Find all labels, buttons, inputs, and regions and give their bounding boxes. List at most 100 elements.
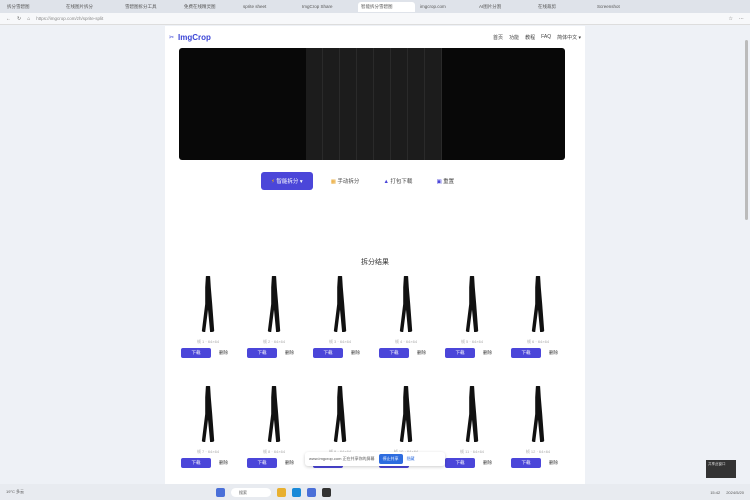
frame-image [333,386,347,442]
frame-image [267,386,281,442]
scrollbar[interactable] [745,40,748,220]
nav-home[interactable]: 首页 [493,34,503,41]
logo-icon: ✂ [169,34,175,41]
delete-button[interactable]: 删除 [549,460,558,466]
url-input[interactable]: https://imgcrop.com/zh/sprite-split [36,16,722,21]
nav-features[interactable]: 功能 [509,34,519,41]
result-card: 帧 7 · 64×64 下载 删除 [175,386,241,482]
site-header: ✂ ImgCrop 首页 功能 教程 FAQ 简体中文 ▾ [165,26,585,48]
sprite-sheet-image [306,48,442,160]
download-button[interactable]: 下载 [379,348,409,358]
download-button[interactable]: 下载 [181,348,211,358]
result-card: 帧 6 · 64×64 下载 删除 [505,276,571,372]
results-title: 拆分结果 [361,259,389,266]
browser-tab[interactable]: 雪碧图拆分工具 [122,2,179,12]
reset-button[interactable]: ▣ 重置 [430,173,460,189]
download-button[interactable]: 下载 [247,458,277,468]
delete-button[interactable]: 删除 [219,460,228,466]
frame-caption: 帧 12 · 64×64 [525,449,551,454]
taskbar-search[interactable]: 搜索 [231,487,271,497]
taskbar: 19°C 多云 搜索 15:42 2024/5/20 [0,484,750,500]
clock-time[interactable]: 15:42 [710,490,720,495]
pack-download-button[interactable]: ▲ 打包下载 [377,173,418,189]
delete-button[interactable]: 删除 [549,350,558,356]
delete-button[interactable]: 删除 [351,350,360,356]
file-explorer-icon[interactable] [277,487,286,497]
clock-date[interactable]: 2024/5/20 [726,490,744,495]
address-bar: ← ↻ ⌂ https://imgcrop.com/zh/sprite-spli… [0,13,750,25]
frame-image [201,386,215,442]
result-card: 帧 12 · 64×64 下载 删除 [505,386,571,482]
result-card: 帧 1 · 64×64 下载 删除 [175,276,241,372]
browser-tab[interactable]: 智能拆分雪碧图 [358,1,415,12]
stop-sharing-button[interactable]: 停止共享 [378,454,403,464]
frame-caption: 帧 8 · 64×64 [262,449,286,454]
frame-caption: 帧 3 · 64×64 [328,339,352,344]
delete-button[interactable]: 删除 [285,460,294,466]
delete-button[interactable]: 删除 [417,350,426,356]
manual-split-label: 手动拆分 [337,179,360,185]
home-icon[interactable]: ⌂ [27,16,30,22]
frame-caption: 帧 2 · 64×64 [262,339,286,344]
result-card: 帧 8 · 64×64 下载 删除 [241,386,307,482]
frame-image [399,276,413,332]
result-card: 帧 3 · 64×64 下载 删除 [307,276,373,372]
reset-label: 重置 [443,179,455,185]
delete-button[interactable]: 删除 [219,350,228,356]
frame-image [267,276,281,332]
browser-tab[interactable]: 拆分雪碧图 [4,2,61,12]
extensions-icon[interactable]: ⋯ [739,16,744,22]
tooltip: 共享此窗口 [706,460,736,478]
nav-tutorial[interactable]: 教程 [525,34,535,41]
nav-faq[interactable]: FAQ [541,34,551,41]
result-card: 帧 11 · 64×64 下载 删除 [439,386,505,482]
screen-share-bar: www.imgcrop.com 正在共享你的屏幕 停止共享 隐藏 [305,452,445,466]
frame-caption: 帧 5 · 64×64 [460,339,484,344]
browser-tab[interactable]: ImgCrop Share [299,2,356,12]
frame-image [465,386,479,442]
download-button[interactable]: 下载 [511,458,541,468]
back-icon[interactable]: ← [6,16,11,22]
manual-split-button[interactable]: ▦ 手动拆分 [325,173,366,189]
result-card: 帧 9 · 64×64下载删除 [307,386,373,482]
main-page: ✂ ImgCrop 首页 功能 教程 FAQ 简体中文 ▾ ⚡ 智能拆分 ▾ ▦… [165,26,585,484]
smart-split-label: 智能拆分 ▾ [276,179,303,185]
delete-button[interactable]: 删除 [483,460,492,466]
delete-button[interactable]: 删除 [285,350,294,356]
refresh-icon[interactable]: ↻ [17,16,21,22]
start-icon[interactable] [216,487,225,497]
weather-widget[interactable]: 19°C 多云 [6,489,24,495]
browser-tab[interactable]: imgcrop.com [417,2,474,12]
browser-tab[interactable]: sprite sheet [240,2,297,12]
frame-image [399,386,413,442]
smart-split-button[interactable]: ⚡ 智能拆分 ▾ [261,172,313,190]
delete-button[interactable]: 删除 [483,350,492,356]
frame-caption: 帧 1 · 64×64 [196,339,220,344]
app-icon[interactable] [307,487,316,497]
pack-download-label: 打包下载 [390,179,413,185]
app-icon[interactable] [322,487,331,497]
download-button[interactable]: 下载 [181,458,211,468]
result-card: 帧 2 · 64×64 下载 删除 [241,276,307,372]
frame-caption: 帧 7 · 64×64 [196,449,220,454]
download-button[interactable]: 下载 [445,348,475,358]
browser-tab[interactable]: Screenshot [594,2,651,12]
download-button[interactable]: 下载 [247,348,277,358]
hide-button[interactable]: 隐藏 [407,456,415,462]
logo[interactable]: ImgCrop [178,33,211,42]
browser-tab[interactable]: 免费在线精灵图 [181,2,238,12]
result-card: 帧 5 · 64×64 下载 删除 [439,276,505,372]
frame-image [531,276,545,332]
frame-caption: 帧 6 · 64×64 [526,339,550,344]
edge-icon[interactable] [292,487,301,497]
image-preview[interactable] [179,48,565,160]
result-card: 帧 10 · 64×64下载删除 [373,386,439,482]
download-button[interactable]: 下载 [313,348,343,358]
browser-tab[interactable]: AI图片分割 [476,2,533,12]
browser-tab[interactable]: 在线图片拆分 [63,2,120,12]
favorite-icon[interactable]: ☆ [729,16,733,22]
download-button[interactable]: 下载 [445,458,475,468]
browser-tab[interactable]: 在线裁剪 [535,2,592,12]
download-button[interactable]: 下载 [511,348,541,358]
language-select[interactable]: 简体中文 ▾ [557,34,581,41]
